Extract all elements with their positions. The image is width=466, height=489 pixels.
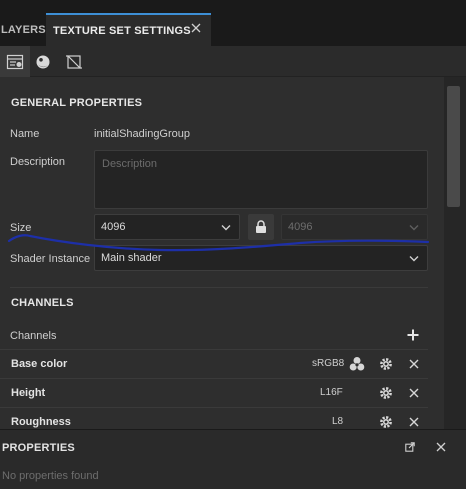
description-label: Description — [10, 156, 66, 168]
tab-bar: LAYERS TEXTURE SET SETTINGS — [0, 0, 466, 46]
uv-crop-button[interactable] — [59, 46, 89, 77]
texture-set-list-button[interactable] — [0, 46, 30, 77]
gear-icon[interactable] — [378, 385, 394, 401]
material-button[interactable] — [28, 46, 58, 77]
texture-set-list-icon — [6, 54, 24, 69]
chevron-down-icon — [409, 225, 419, 231]
channels-label: Channels — [10, 330, 57, 342]
texture-set-toolbar — [0, 46, 466, 77]
channel-name: Roughness — [11, 416, 71, 428]
no-properties-text: No properties found — [2, 470, 99, 482]
color-channels-icon[interactable] — [349, 356, 365, 372]
shader-instance-select[interactable]: Main shader — [94, 245, 428, 271]
gear-icon[interactable] — [378, 414, 394, 429]
description-field[interactable]: Description — [94, 150, 428, 209]
name-value: initialShadingGroup — [94, 128, 191, 140]
channels-title: CHANNELS — [11, 297, 74, 309]
shader-instance-label: Shader Instance — [10, 253, 91, 265]
properties-header: PROPERTIES — [0, 429, 466, 462]
description-placeholder: Description — [102, 158, 158, 170]
size-linked-select: 4096 — [281, 214, 428, 240]
add-channel-icon[interactable] — [407, 329, 419, 341]
tab-texture-set-settings-label: TEXTURE SET SETTINGS — [53, 24, 191, 37]
size-linked-select-value: 4096 — [288, 221, 313, 233]
channel-format: L8 — [332, 416, 344, 427]
channel-row-height[interactable]: Height L16F — [0, 379, 428, 408]
channel-format: sRGB8 — [312, 358, 345, 369]
material-sphere-icon — [36, 55, 50, 68]
close-icon[interactable] — [435, 441, 447, 453]
remove-channel-icon[interactable] — [408, 416, 420, 428]
tab-layers[interactable]: LAYERS — [0, 13, 46, 46]
remove-channel-icon[interactable] — [408, 358, 420, 370]
channel-name: Base color — [11, 358, 68, 370]
remove-channel-icon[interactable] — [408, 387, 420, 399]
channel-name: Height — [11, 387, 46, 399]
tab-texture-set-settings[interactable]: TEXTURE SET SETTINGS — [46, 13, 211, 46]
uv-crop-icon — [66, 54, 82, 69]
shader-instance-value: Main shader — [101, 252, 162, 264]
texture-set-settings-panel: GENERAL PROPERTIES Name initialShadingGr… — [0, 77, 444, 429]
scrollbar-thumb[interactable] — [447, 86, 460, 207]
gear-icon[interactable] — [378, 356, 394, 372]
lock-icon — [256, 220, 266, 233]
properties-title: PROPERTIES — [2, 442, 75, 454]
size-select[interactable]: 4096 — [94, 214, 240, 240]
chevron-down-icon — [221, 225, 231, 231]
properties-body: No properties found — [0, 462, 466, 489]
chevron-down-icon — [409, 256, 419, 262]
close-icon[interactable] — [190, 22, 202, 34]
panel-scrollbar[interactable] — [444, 77, 466, 429]
section-divider — [10, 287, 428, 288]
tab-layers-label: LAYERS — [1, 23, 46, 36]
channel-format: L16F — [320, 387, 343, 398]
name-label: Name — [10, 128, 40, 140]
channel-row-base-color[interactable]: Base color sRGB8 — [0, 350, 428, 379]
float-panel-icon[interactable] — [405, 442, 415, 452]
size-lock-button[interactable] — [248, 214, 274, 240]
size-label: Size — [10, 222, 32, 234]
general-properties-title: GENERAL PROPERTIES — [11, 97, 143, 109]
size-select-value: 4096 — [101, 221, 126, 233]
channel-row-roughness[interactable]: Roughness L8 — [0, 408, 428, 429]
